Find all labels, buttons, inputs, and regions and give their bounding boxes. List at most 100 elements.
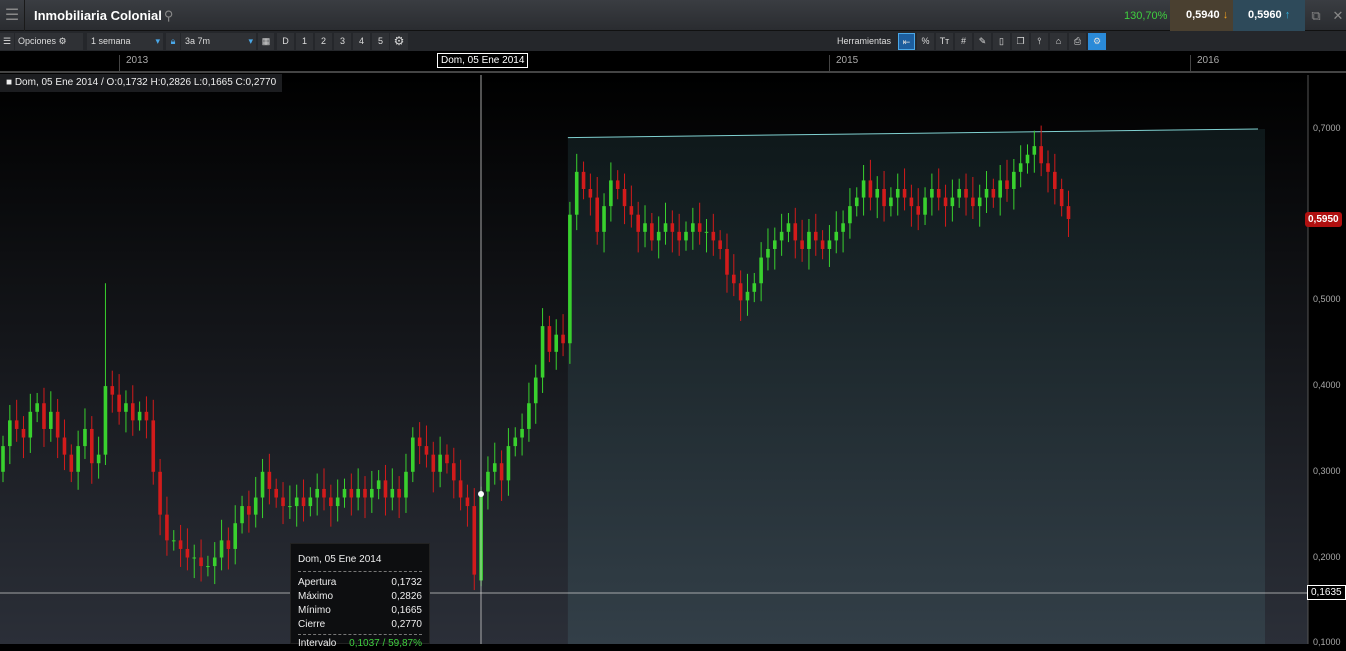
crosshair-point	[478, 491, 484, 497]
candle-body	[527, 403, 531, 429]
candle-body	[759, 257, 763, 284]
price-tick: 0,2000	[1313, 552, 1341, 562]
candle-body	[650, 223, 654, 241]
candle-body	[923, 197, 927, 215]
candle-body	[520, 428, 524, 438]
candle-body	[984, 188, 989, 198]
candle-body	[977, 197, 982, 207]
candle-body	[124, 403, 128, 412]
candle-body	[499, 463, 504, 481]
candle-body	[281, 497, 285, 507]
candle-body	[540, 326, 545, 378]
candle-body	[1018, 163, 1023, 172]
candle-body	[725, 248, 729, 275]
candle-body	[697, 223, 702, 232]
candle-body	[151, 420, 156, 472]
candle-body	[800, 240, 804, 249]
candle-body	[349, 488, 354, 498]
candle-body	[356, 488, 360, 498]
candle-body	[178, 540, 183, 549]
candle-body	[622, 188, 627, 207]
candle-body	[957, 188, 961, 198]
candle-body	[738, 283, 743, 301]
candle-body	[930, 188, 934, 198]
candle-body	[486, 471, 490, 492]
ohlc-text: Dom, 05 Ene 2014 / O:0,1732 H:0,2826 L:0…	[14, 77, 277, 88]
candle-body	[950, 197, 955, 207]
candle-body	[55, 411, 60, 438]
candle-body	[1053, 171, 1057, 189]
candle-body	[21, 428, 26, 438]
row-label: Máximo	[298, 591, 334, 602]
ohlc-readout: ■ Dom, 05 Ene 2014 / O:0,1732 H:0,2826 L…	[0, 74, 283, 92]
candle-body	[445, 454, 449, 464]
candle-body	[513, 437, 518, 447]
candle-body	[185, 548, 190, 558]
candle-body	[315, 488, 319, 498]
candle-body	[568, 214, 572, 344]
candle-body	[895, 188, 900, 198]
candle-body	[629, 206, 634, 215]
candle-body	[28, 411, 33, 438]
candle-body	[144, 411, 149, 421]
candle-body	[42, 403, 46, 429]
candle-body	[165, 514, 169, 541]
candle-body	[561, 334, 565, 344]
candle-body	[76, 446, 80, 472]
candle-body	[1012, 171, 1016, 189]
candle-body	[656, 231, 661, 241]
candle-body	[991, 188, 996, 198]
candle-body	[1, 446, 5, 472]
row-value: 0,2770	[391, 619, 422, 630]
row-label: Apertura	[298, 577, 337, 588]
price-chart[interactable]	[0, 0, 1346, 644]
candle-body	[260, 471, 265, 498]
row-value: 0,1665	[391, 605, 422, 616]
candle-body	[793, 223, 798, 241]
candle-body	[49, 411, 53, 429]
candle-body	[506, 446, 511, 481]
candle-body	[868, 180, 873, 198]
candle-body	[240, 506, 244, 524]
tooltip-date: Dom, 05 Ene 2014	[298, 554, 422, 572]
candle-body	[595, 197, 600, 232]
candle-body	[329, 497, 333, 507]
candle-body	[813, 231, 818, 241]
candle-body	[533, 377, 538, 404]
candle-body	[670, 223, 675, 232]
candle-body	[62, 437, 67, 455]
candle-body	[663, 223, 668, 232]
candle-body	[574, 171, 579, 215]
candle-body	[274, 488, 278, 498]
candle-body	[438, 454, 442, 472]
tooltip-row: Apertura 0,1732	[298, 576, 422, 590]
candle-body	[820, 240, 825, 249]
candle-body	[233, 523, 238, 549]
tooltip-row: Máximo 0,2826	[298, 590, 422, 604]
candle-body	[370, 488, 374, 498]
candle-body	[424, 446, 429, 455]
candle-body	[834, 231, 839, 241]
candle-body	[342, 488, 347, 498]
candle-body	[247, 506, 251, 515]
candle-body	[916, 206, 921, 215]
candle-body	[411, 437, 415, 472]
candle-body	[69, 454, 74, 472]
candle-body	[431, 454, 436, 472]
candle-body	[691, 223, 695, 232]
candle-body	[171, 540, 176, 542]
candle-body	[1025, 154, 1030, 164]
candle-body	[971, 197, 975, 207]
candle-body	[766, 248, 770, 258]
candle-body	[383, 480, 388, 498]
candle-body	[158, 471, 162, 515]
candle-body	[779, 231, 784, 241]
price-tick: 0,3000	[1313, 466, 1341, 476]
candle-body	[219, 540, 224, 558]
candle-body	[875, 188, 880, 198]
candle-body	[492, 463, 497, 472]
candle-body	[130, 403, 135, 421]
candle-body	[1032, 146, 1037, 155]
candle-body	[636, 214, 640, 232]
cursor-price-label: 0,1635	[1307, 585, 1346, 600]
